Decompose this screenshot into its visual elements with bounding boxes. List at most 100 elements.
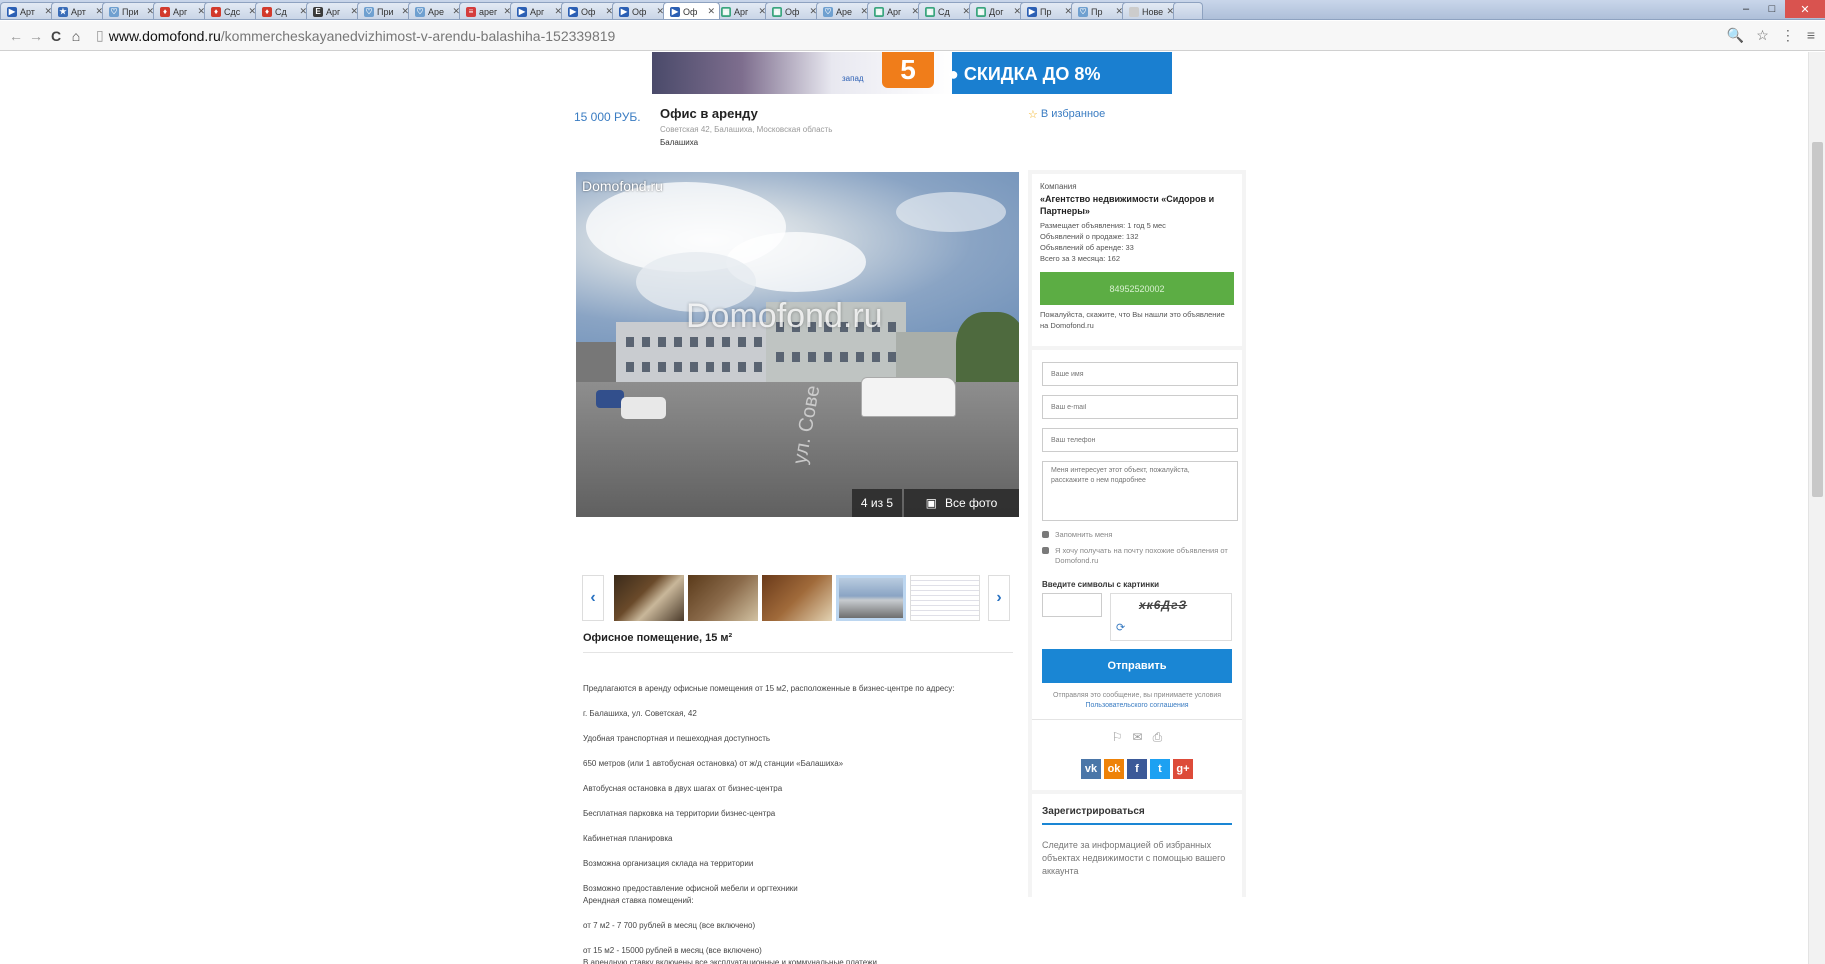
captcha-input[interactable] [1042, 593, 1102, 617]
ad-banner[interactable]: запад 5 ● СКИДКА ДО 8% [652, 52, 1172, 94]
browser-tab-bar: ▶ Арт ✕ ★ Арт ✕ ♡ При ✕ ♦ Арг ✕ ♦ Сдс ✕ ♦ Сд ✕ Е Арг ✕ ♡ При ✕ ♡… [0, 0, 1825, 20]
photo-thumbnail[interactable] [910, 575, 980, 621]
browser-tab[interactable]: ▶ Пр ✕ [1020, 2, 1077, 19]
bookmark-star-icon[interactable]: ☆ [1756, 27, 1769, 44]
url-field[interactable]: ▯ www.domofond.ru/kommercheskayanedvizhi… [96, 27, 615, 44]
show-phone-button[interactable]: 84952520002 [1040, 272, 1234, 305]
tab-favicon-icon: ♦ [211, 6, 221, 17]
email-share-icon[interactable]: ✉ [1133, 730, 1143, 745]
menu-icon[interactable]: ≡ [1807, 27, 1815, 44]
extension-icon[interactable]: ⋮ [1781, 27, 1795, 44]
social-vk-icon[interactable]: vk [1081, 759, 1101, 779]
photo-thumbnail[interactable] [688, 575, 758, 621]
message-field[interactable] [1042, 461, 1238, 521]
terms-link[interactable]: Пользовательского соглашения [1085, 702, 1188, 709]
tab-title: Арг [326, 6, 341, 17]
complain-icon[interactable]: ⚐ [1112, 730, 1123, 745]
photo-thumbnail[interactable] [614, 575, 684, 621]
phone-field[interactable] [1042, 428, 1238, 452]
browser-tab[interactable]: ♡ При ✕ [357, 2, 414, 19]
photo-counter: 4 из 5 [852, 489, 902, 517]
browser-tab[interactable]: ▶ Оф ✕ [612, 2, 669, 19]
zoom-icon[interactable]: 🔍 [1727, 27, 1744, 44]
listing-photo[interactable]: Domofond.ru Domofond.ru ул. Сове 4 из 5 … [576, 172, 1019, 517]
maximize-button[interactable]: □ [1759, 0, 1785, 18]
captcha-text: хк6ДгЗ [1139, 598, 1188, 612]
browser-tab[interactable]: ≡ арег ✕ [459, 2, 516, 19]
tab-favicon-icon: ♦ [160, 6, 170, 17]
email-field[interactable] [1042, 395, 1238, 419]
print-icon[interactable]: ⎙ [1153, 730, 1163, 745]
register-text: Следите за информацией об избранных объе… [1042, 840, 1226, 876]
photo-thumbnail-selected[interactable] [836, 575, 906, 621]
social-f-icon[interactable]: f [1127, 759, 1147, 779]
company-stat: Всего за 3 месяца: 162 [1040, 254, 1120, 263]
tab-title: арег [479, 6, 498, 17]
browser-tab[interactable]: ♦ Сд ✕ [255, 2, 312, 19]
close-window-button[interactable]: ✕ [1785, 0, 1825, 18]
reload-icon[interactable]: C [46, 28, 66, 44]
thumbs-next-button[interactable]: › [988, 575, 1010, 621]
browser-tab[interactable]: ▶ Оф ✕ [663, 2, 720, 19]
tab-title: Оф [581, 6, 596, 17]
register-title[interactable]: Зарегистрироваться [1042, 806, 1232, 825]
browser-tab[interactable]: ♡ Аре ✕ [816, 2, 873, 19]
photo-thumbnail[interactable] [762, 575, 832, 621]
browser-tab[interactable]: ▦ Арг ✕ [714, 2, 771, 19]
tab-favicon-icon: ♡ [109, 6, 119, 17]
thumbs-prev-button[interactable]: ‹ [582, 575, 604, 621]
browser-tab[interactable]: ♦ Арг ✕ [153, 2, 210, 19]
browser-tab[interactable]: ▦ Оф ✕ [765, 2, 822, 19]
banner-number: 5 [882, 52, 934, 88]
back-icon[interactable]: ← [6, 28, 26, 44]
all-photos-button[interactable]: ▣ Все фото [904, 489, 1019, 517]
tab-favicon-icon: ★ [58, 6, 68, 17]
browser-tab[interactable]: ♡ Пр ✕ [1071, 2, 1128, 19]
url-path: /kommercheskayanedvizhimost-v-arendu-bal… [220, 27, 616, 44]
tab-favicon-icon: ▶ [670, 6, 680, 17]
tab-favicon-icon: ▶ [517, 6, 527, 17]
window-controls: – □ ✕ [1733, 0, 1825, 20]
checkbox-icon [1042, 531, 1049, 538]
forward-icon[interactable]: → [26, 28, 46, 44]
browser-tab[interactable]: ★ Арт ✕ [51, 2, 108, 19]
browser-tab[interactable]: ▦ Дог ✕ [969, 2, 1026, 19]
refresh-captcha-icon[interactable]: ⟳ [1116, 621, 1125, 634]
remember-me-label: Запомнить меня [1055, 530, 1113, 539]
browser-tab[interactable]: ▶ Арт ✕ [0, 2, 57, 19]
name-field[interactable] [1042, 362, 1238, 386]
browser-tab[interactable]: ▶ Арг ✕ [510, 2, 567, 19]
browser-tab[interactable]: Е Арг ✕ [306, 2, 363, 19]
minimize-button[interactable]: – [1733, 0, 1759, 18]
description-paragraph: Возможна организация склада на территори… [583, 859, 754, 868]
browser-tab[interactable]: ♦ Сдс ✕ [204, 2, 261, 19]
remember-me-checkbox[interactable]: Запомнить меня [1042, 530, 1232, 540]
favorites-label: В избранное [1040, 108, 1106, 120]
company-note: Пожалуйста, скажите, что Вы нашли это об… [1040, 310, 1225, 330]
subscribe-label: Я хочу получать на почту похожие объявле… [1055, 546, 1228, 565]
subscribe-checkbox[interactable]: Я хочу получать на почту похожие объявле… [1042, 546, 1232, 566]
send-button[interactable]: Отправить [1042, 649, 1232, 683]
photo-car [621, 397, 666, 419]
social-t-icon[interactable]: t [1150, 759, 1170, 779]
listing-address: Советская 42, Балашиха, Московская облас… [660, 125, 833, 134]
tab-favicon-icon: ♦ [262, 6, 272, 17]
add-to-favorites-link[interactable]: ☆ В избранное [1028, 108, 1105, 121]
scrollbar-thumb[interactable] [1812, 142, 1823, 497]
company-name[interactable]: «Агентство недвижимости «Сидоров и Партн… [1040, 193, 1234, 217]
browser-tab[interactable]: ▦ Арг ✕ [867, 2, 924, 19]
tab-favicon-icon: ♡ [364, 6, 374, 17]
browser-tab[interactable]: ▶ Оф ✕ [561, 2, 618, 19]
description-paragraph: Бесплатная парковка на территории бизнес… [583, 809, 776, 818]
home-icon[interactable]: ⌂ [66, 28, 86, 44]
social-ok-icon[interactable]: ok [1104, 759, 1124, 779]
social-gplus-icon[interactable]: g+ [1173, 759, 1193, 779]
browser-tab[interactable]: ♡ Аре ✕ [408, 2, 465, 19]
page-scrollbar[interactable] [1808, 52, 1825, 964]
browser-tab[interactable]: ▦ Сд ✕ [918, 2, 975, 19]
tab-title: Аре [836, 6, 853, 17]
close-tab-icon[interactable]: ✕ [707, 6, 715, 17]
new-tab-button[interactable] [1173, 2, 1203, 19]
browser-tab[interactable]: ♡ При ✕ [102, 2, 159, 19]
browser-tab[interactable]: Нове ✕ [1122, 2, 1179, 19]
